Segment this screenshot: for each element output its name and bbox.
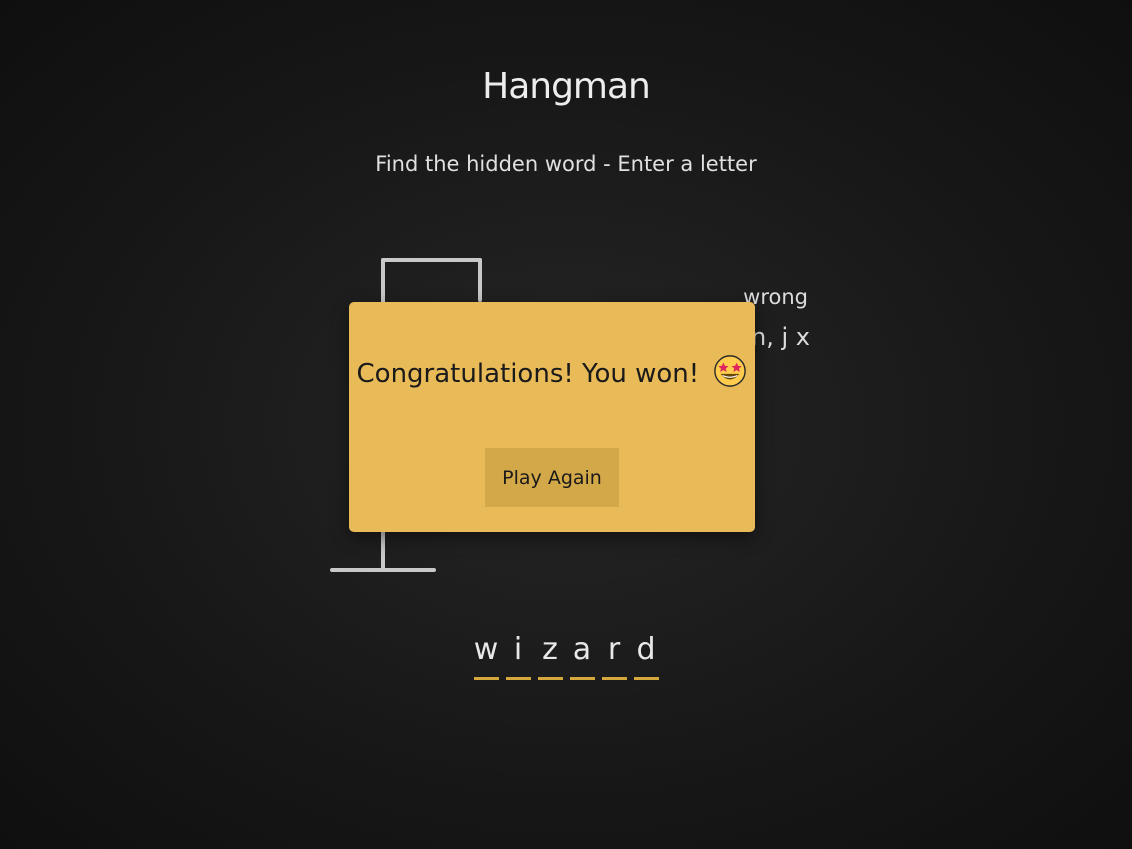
word-letter: r [601,628,627,680]
word-letter: d [633,628,659,680]
win-popup: Congratulations! You won! Play Again [349,302,755,532]
page-subtitle: Find the hidden word - Enter a letter [375,152,757,176]
popup-message-row: Congratulations! You won! [349,354,755,389]
word-letter: a [569,628,595,680]
page-title: Hangman [482,66,651,107]
star-struck-emoji-icon [714,355,747,387]
word-letter: w [473,628,499,680]
play-again-button[interactable]: Play Again [485,448,619,507]
hidden-word: w i z a r d [0,628,1132,680]
word-letter: i [505,628,531,680]
word-letter: z [537,628,563,680]
popup-message: Congratulations! You won! [356,359,700,389]
